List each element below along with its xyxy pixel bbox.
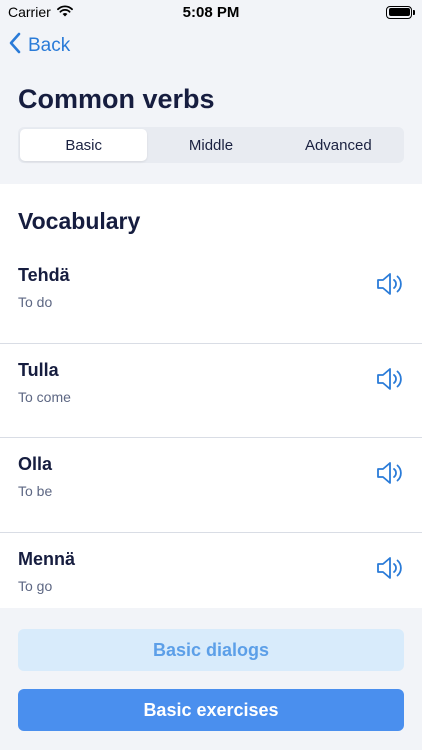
tab-advanced[interactable]: Advanced [275, 129, 402, 161]
back-label: Back [28, 35, 71, 56]
item-word: Tulla [18, 359, 59, 380]
item-translation: To come [18, 388, 71, 405]
page-title: Common verbs [18, 84, 215, 114]
basic-exercises-button[interactable]: Basic exercises [18, 689, 404, 731]
section-title: Vocabulary [18, 208, 141, 234]
list-item[interactable]: Tulla To come [0, 344, 422, 438]
status-left: Carrier [8, 4, 73, 20]
back-button[interactable]: Back [8, 32, 70, 60]
speaker-icon[interactable] [376, 460, 406, 486]
vocabulary-section: Vocabulary Tehdä To do Tulla To come Oll… [0, 184, 422, 608]
speaker-icon[interactable] [376, 555, 406, 581]
item-translation: To be [18, 483, 53, 499]
level-segmented-control: Basic Middle Advanced [18, 127, 404, 163]
wifi-icon [56, 4, 73, 20]
list-item[interactable]: Mennä To go [0, 533, 422, 628]
tab-basic[interactable]: Basic [20, 129, 148, 161]
list-item[interactable]: Olla To be [0, 438, 422, 533]
list-item[interactable]: Tehdä To do [0, 249, 422, 344]
vocabulary-list: Tehdä To do Tulla To come Olla To be Men… [0, 249, 422, 627]
item-translation: To do [18, 294, 53, 310]
battery-icon [386, 5, 415, 19]
item-word: Tehdä [18, 265, 70, 285]
item-translation: To go [18, 577, 53, 594]
speaker-icon[interactable] [376, 271, 406, 297]
carrier-label: Carrier [8, 4, 51, 20]
tab-middle[interactable]: Middle [147, 129, 274, 161]
speaker-icon[interactable] [376, 366, 406, 392]
item-word: Olla [18, 454, 53, 474]
status-bar: Carrier 5:08 PM [0, 0, 422, 24]
item-word: Mennä [18, 548, 76, 569]
battery-fill [388, 8, 410, 16]
basic-dialogs-button[interactable]: Basic dialogs [18, 629, 404, 671]
chevron-left-icon [8, 32, 22, 60]
